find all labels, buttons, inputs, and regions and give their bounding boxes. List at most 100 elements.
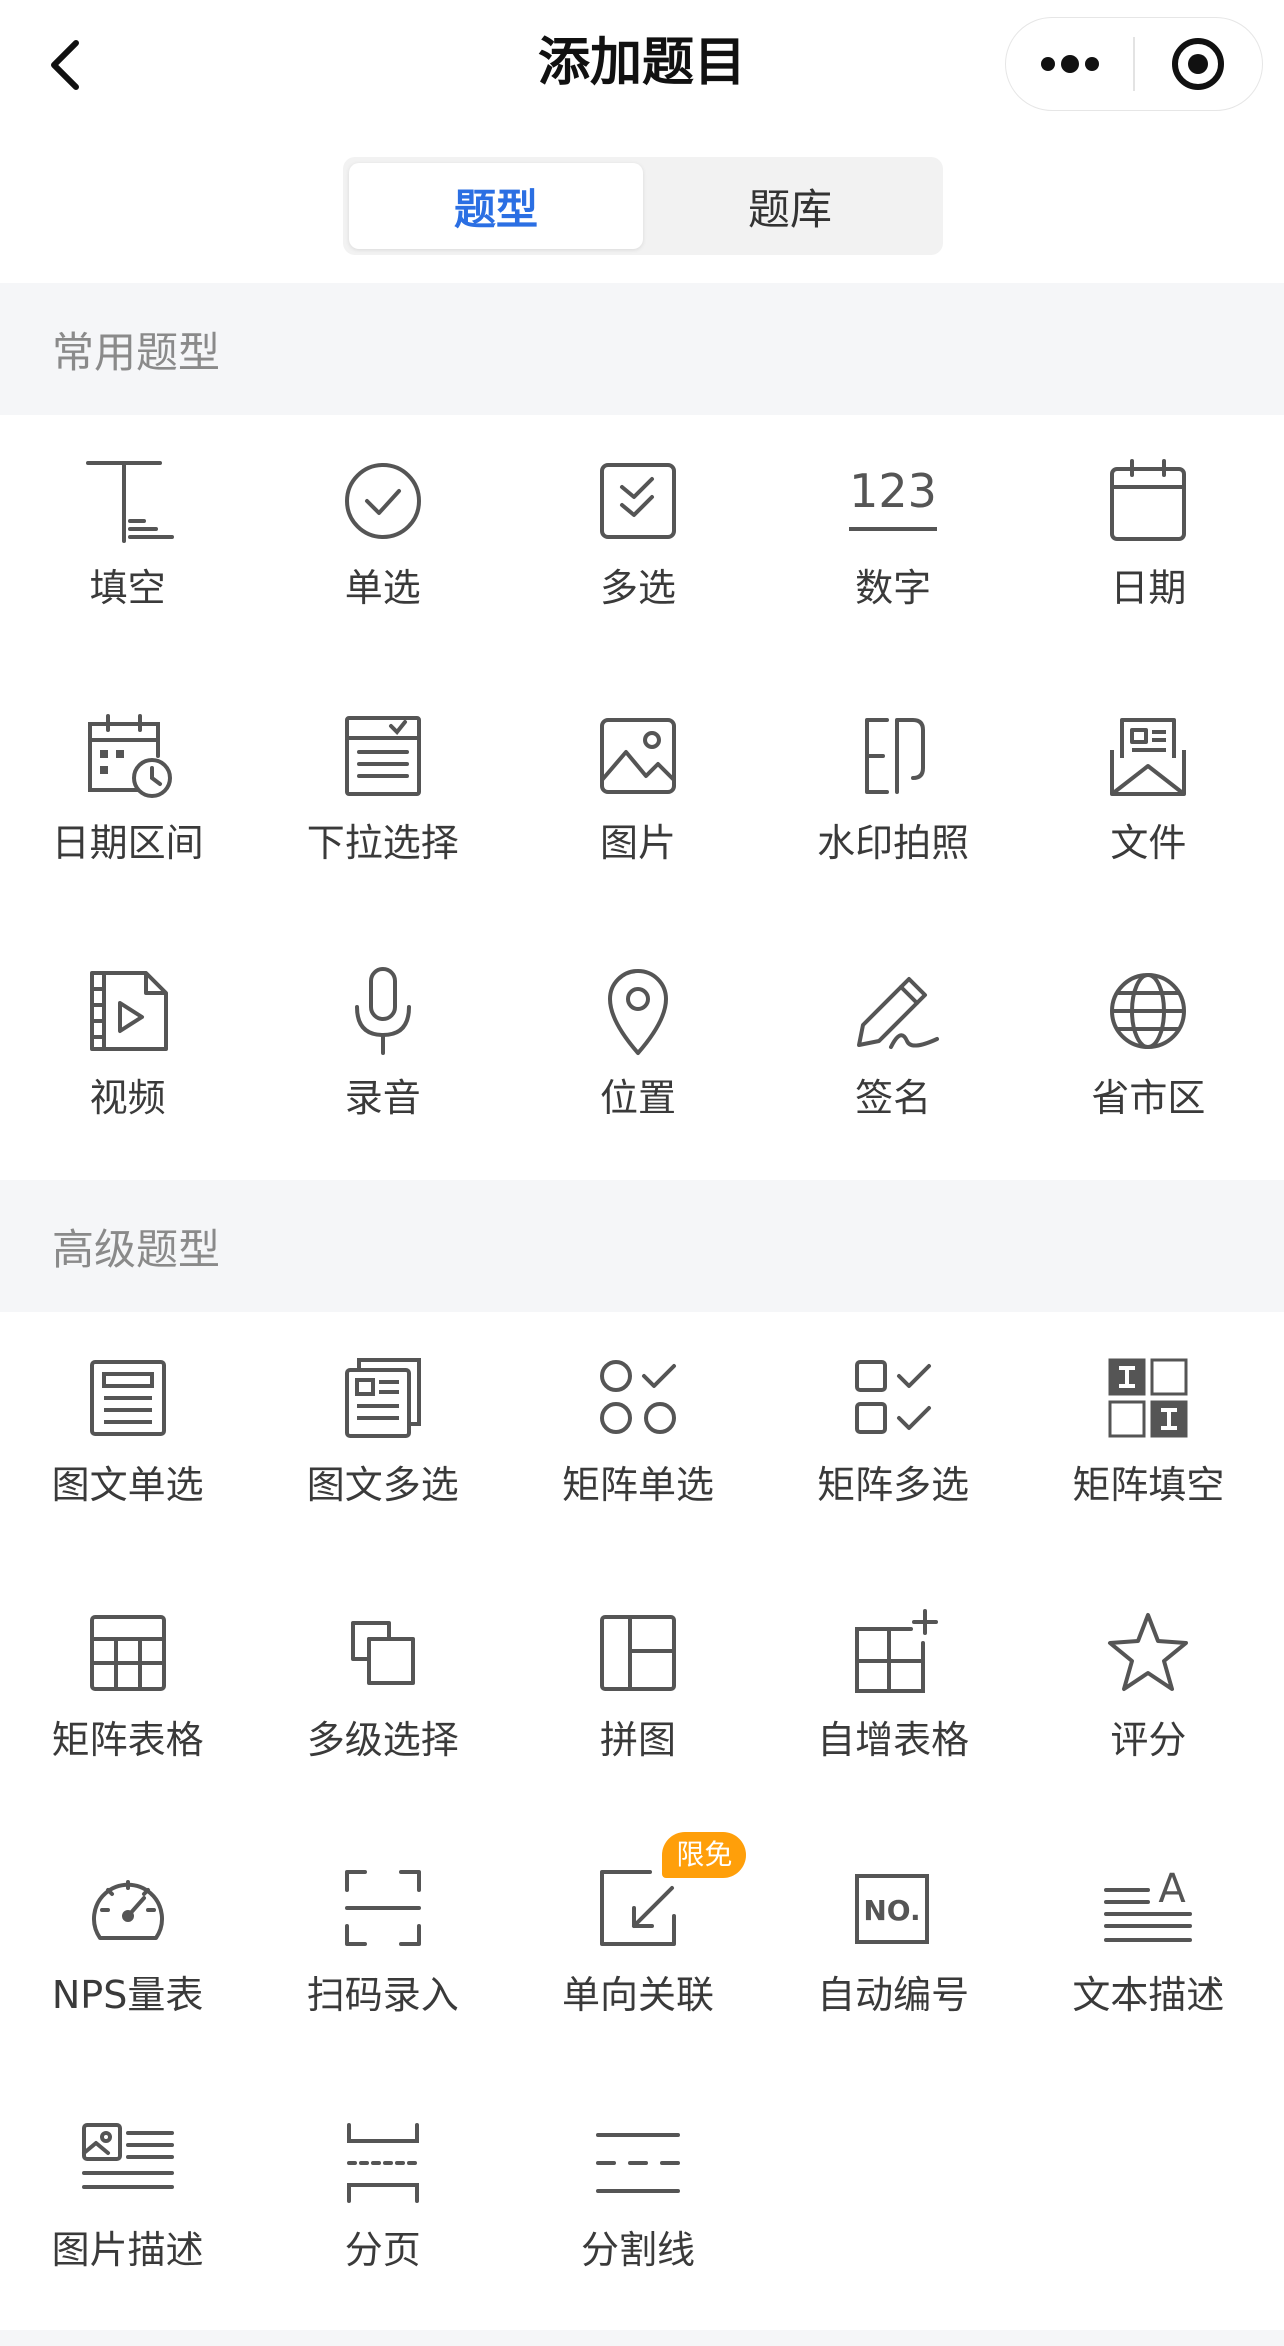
type-label: 数字 (855, 566, 932, 610)
type-matrix-fill[interactable]: 矩阵填空 (1021, 1312, 1276, 1567)
type-label: 图文单选 (51, 1463, 204, 1507)
signature-icon (857, 977, 940, 1049)
bottom-strip (0, 2330, 1284, 2346)
type-dropdown[interactable]: 下拉选择 (255, 670, 510, 925)
type-file[interactable]: 文件 (1021, 670, 1276, 925)
type-label: 矩阵多选 (817, 1463, 970, 1507)
tab-question-types[interactable]: 题型 (349, 163, 643, 249)
type-label: 图文多选 (306, 1463, 459, 1507)
tab-question-bank[interactable]: 题库 (643, 163, 937, 249)
image-text-single-icon (89, 1360, 166, 1436)
type-auto-table[interactable]: 自增表格 (766, 1567, 1021, 1822)
matrix-single-icon (599, 1360, 676, 1434)
type-label: 文件 (1110, 821, 1187, 865)
type-label: 评分 (1110, 1718, 1187, 1762)
image-icon (599, 718, 676, 794)
type-matrix-single[interactable]: 矩阵单选 (510, 1312, 765, 1567)
image-description-icon (81, 2123, 174, 2189)
type-text-description[interactable]: A 文本描述 (1021, 1822, 1276, 2077)
type-divider[interactable]: 分割线 (510, 2077, 765, 2332)
type-signature[interactable]: 签名 (766, 925, 1021, 1180)
type-image-text-single[interactable]: 图文单选 (0, 1312, 255, 1567)
type-label: 填空 (89, 566, 166, 610)
type-label: 单选 (344, 566, 421, 610)
type-label: 水印拍照 (817, 821, 970, 865)
gauge-icon (91, 1880, 164, 1940)
type-rating[interactable]: 评分 (1021, 1567, 1276, 1822)
type-label: 矩阵填空 (1072, 1463, 1225, 1507)
type-date-range[interactable]: 日期区间 (0, 670, 255, 925)
more-dots-icon (1040, 55, 1099, 73)
more-button[interactable] (1006, 18, 1133, 110)
type-label: 多级选择 (306, 1718, 459, 1762)
cascade-select-icon (350, 1621, 415, 1685)
type-scan[interactable]: 扫码录入 (255, 1822, 510, 2077)
matrix-table-icon (89, 1615, 166, 1691)
type-label: 图片描述 (51, 2228, 204, 2272)
type-label: 分割线 (580, 2228, 695, 2272)
type-label: 矩阵单选 (561, 1463, 714, 1507)
target-circle-icon (1172, 38, 1225, 90)
type-label: 扫码录入 (306, 1973, 459, 2017)
calendar-icon (1110, 459, 1187, 541)
type-video[interactable]: 视频 (0, 925, 255, 1180)
watermark-photo-icon (865, 718, 926, 794)
section-header-common: 常用题型 (0, 283, 1284, 415)
image-text-multi-icon (344, 1358, 421, 1438)
type-image[interactable]: 图片 (510, 670, 765, 925)
type-fill-blank[interactable]: 填空 (0, 415, 255, 670)
type-pagination[interactable]: 分页 (255, 2077, 510, 2332)
auto-table-icon (855, 1609, 939, 1693)
type-label: 矩阵表格 (51, 1718, 204, 1762)
type-one-way-link[interactable]: 限免 单向关联 (510, 1822, 765, 2077)
scan-icon (344, 1870, 421, 1946)
type-number[interactable]: 123 数字 (766, 415, 1021, 670)
type-single-choice[interactable]: 单选 (255, 415, 510, 670)
number-glyph: 123 (849, 464, 937, 518)
number-glyph: NO. (864, 1894, 921, 1927)
multi-choice-icon (599, 463, 676, 539)
type-image-description[interactable]: 图片描述 (0, 2077, 255, 2332)
video-icon (89, 971, 168, 1051)
type-matrix-table[interactable]: 矩阵表格 (0, 1567, 255, 1822)
type-label: 自动编号 (817, 1973, 970, 2017)
advanced-types-grid: 图文单选 图文多选 矩阵单选 矩阵多选 矩阵填空 矩阵表格 多级选择 拼图 自增… (0, 1312, 1284, 2332)
type-label: 省市区 (1091, 1076, 1206, 1120)
type-label: NPS量表 (51, 1973, 204, 2017)
type-watermark-photo[interactable]: 水印拍照 (766, 670, 1021, 925)
type-multi-choice[interactable]: 多选 (510, 415, 765, 670)
type-label: 下拉选择 (306, 821, 459, 865)
type-matrix-multi[interactable]: 矩阵多选 (766, 1312, 1021, 1567)
globe-icon (1110, 973, 1187, 1049)
divider-line-icon (595, 2133, 680, 2193)
file-icon (1110, 718, 1187, 796)
matrix-multi-icon (855, 1360, 932, 1434)
type-label: 日期区间 (51, 821, 204, 865)
tab-switcher: 题型 题库 (343, 157, 943, 255)
single-choice-icon (344, 463, 421, 539)
type-recording[interactable]: 录音 (255, 925, 510, 1180)
close-button[interactable] (1135, 18, 1262, 110)
free-badge: 限免 (662, 1832, 747, 1878)
type-nps[interactable]: NPS量表 (0, 1822, 255, 2077)
type-label: 录音 (344, 1076, 421, 1120)
date-range-icon (87, 714, 172, 798)
type-region[interactable]: 省市区 (1021, 925, 1276, 1180)
letter-glyph: A (1159, 1866, 1187, 1912)
type-location[interactable]: 位置 (510, 925, 765, 1180)
type-label: 位置 (599, 1076, 676, 1120)
type-auto-number[interactable]: NO. 自动编号 (766, 1822, 1021, 2077)
type-puzzle[interactable]: 拼图 (510, 1567, 765, 1822)
matrix-fill-icon (1108, 1358, 1188, 1438)
type-image-text-multi[interactable]: 图文多选 (255, 1312, 510, 1567)
navigation-bar: 添加题目 (0, 0, 1284, 130)
type-cascade-select[interactable]: 多级选择 (255, 1567, 510, 1822)
type-label: 多选 (599, 566, 676, 610)
type-label: 图片 (599, 821, 676, 865)
fill-blank-icon (85, 461, 174, 543)
pagination-icon (346, 2123, 419, 2203)
type-date[interactable]: 日期 (1021, 415, 1276, 670)
dropdown-icon (344, 716, 421, 796)
type-label: 拼图 (599, 1718, 676, 1762)
star-icon (1108, 1613, 1189, 1691)
